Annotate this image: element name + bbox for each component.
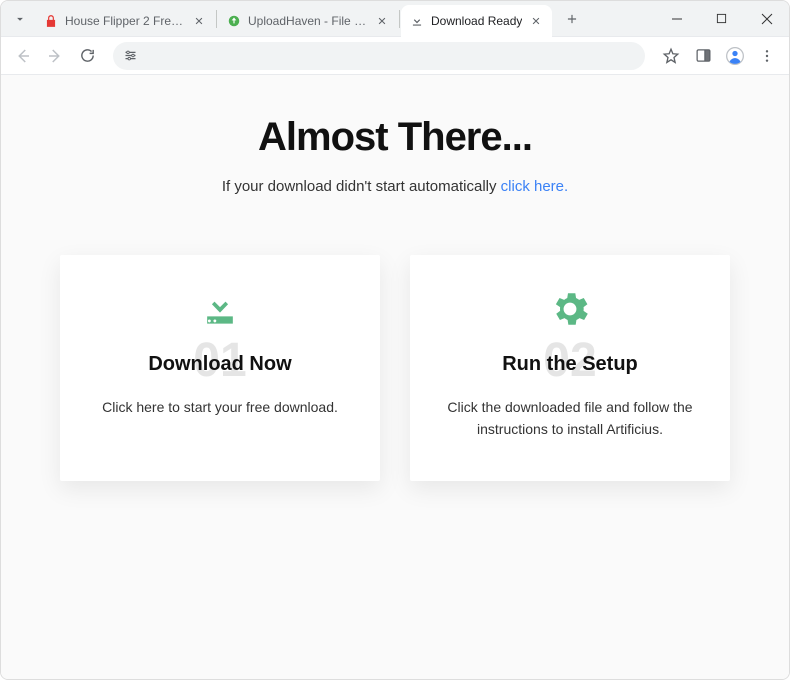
window-close-button[interactable] [744, 1, 789, 37]
tab-3-title: Download Ready [431, 14, 522, 28]
favicon-tab-2 [226, 13, 242, 29]
tab-2[interactable]: UploadHaven - File Sharing Ma… [218, 5, 398, 37]
side-panel-button[interactable] [689, 42, 717, 70]
page-subheading: If your download didn't start automatica… [21, 178, 769, 195]
tabs-area: House Flipper 2 Free Downloa… UploadHave… [1, 1, 654, 36]
window-controls [654, 1, 789, 37]
favicon-tab-1 [43, 13, 59, 29]
plus-icon [565, 12, 579, 26]
tab-search-button[interactable] [7, 6, 33, 32]
card-2-title: Run the Setup [434, 353, 706, 376]
tab-1-close[interactable] [191, 13, 207, 29]
favicon-tab-3 [409, 13, 425, 29]
window-minimize-button[interactable] [654, 1, 699, 37]
tab-2-close[interactable] [374, 13, 390, 29]
tune-icon [123, 48, 138, 63]
window-maximize-button[interactable] [699, 1, 744, 37]
arrow-left-icon [14, 47, 32, 65]
card-2-desc: Click the downloaded file and follow the… [434, 396, 706, 441]
menu-button[interactable] [753, 42, 781, 70]
tab-3-active[interactable]: Download Ready [401, 5, 552, 37]
nav-reload-button[interactable] [73, 42, 101, 70]
card-1-title: Download Now [84, 353, 356, 376]
minimize-icon [671, 13, 683, 25]
nav-forward-button[interactable] [41, 42, 69, 70]
page-heading: Almost There... [21, 115, 769, 160]
bookmark-button[interactable] [657, 42, 685, 70]
browser-titlebar: House Flipper 2 Free Downloa… UploadHave… [1, 1, 789, 37]
close-icon [194, 16, 204, 26]
tab-1[interactable]: House Flipper 2 Free Downloa… [35, 5, 215, 37]
chevron-down-icon [13, 12, 27, 26]
new-tab-button[interactable] [558, 5, 586, 33]
click-here-link[interactable]: click here. [501, 178, 569, 195]
tab-separator [399, 10, 400, 28]
download-now-card[interactable]: 01 Download Now Click here to start your… [60, 255, 380, 481]
arrow-right-icon [46, 47, 64, 65]
subheading-text: If your download didn't start automatica… [222, 178, 501, 195]
nav-back-button[interactable] [9, 42, 37, 70]
kebab-icon [759, 48, 775, 64]
close-icon [761, 13, 773, 25]
panel-icon [695, 47, 712, 64]
page-content: Almost There... If your download didn't … [1, 75, 789, 679]
tab-3-close[interactable] [528, 13, 544, 29]
tab-1-title: House Flipper 2 Free Downloa… [65, 14, 185, 28]
tab-2-title: UploadHaven - File Sharing Ma… [248, 14, 368, 28]
browser-toolbar [1, 37, 789, 75]
download-icon [84, 285, 356, 333]
gear-icon [434, 285, 706, 333]
cards-row: 01 Download Now Click here to start your… [21, 255, 769, 481]
tab-separator [216, 10, 217, 28]
browser-window: House Flipper 2 Free Downloa… UploadHave… [0, 0, 790, 680]
download-icon [410, 14, 424, 28]
reload-icon [79, 47, 96, 64]
close-icon [531, 16, 541, 26]
close-icon [377, 16, 387, 26]
omnibox[interactable] [113, 42, 645, 70]
profile-icon [725, 46, 745, 66]
run-setup-card: 02 Run the Setup Click the downloaded fi… [410, 255, 730, 481]
star-icon [662, 47, 680, 65]
profile-button[interactable] [721, 42, 749, 70]
maximize-icon [716, 13, 727, 24]
card-1-desc: Click here to start your free download. [84, 396, 356, 418]
